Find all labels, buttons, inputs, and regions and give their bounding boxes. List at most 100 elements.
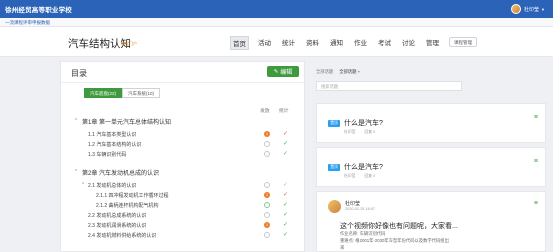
topic-meta: 杜印莹 回复 0: [344, 174, 383, 179]
filter-label: 全部话题: [316, 69, 334, 74]
item-label: 2.1.2 曲柄连杆机构配气机构: [96, 203, 159, 209]
topic-filter[interactable]: 全部话题 全部话题: [316, 69, 360, 75]
publish-badge[interactable]: 1: [264, 192, 270, 198]
check-icon: ✓: [283, 150, 289, 157]
publish-badge[interactable]: 1: [264, 131, 270, 137]
check-icon: ✓: [283, 140, 289, 147]
pencil-icon: ✎: [273, 68, 279, 75]
chevron-up-icon[interactable]: ⌃: [81, 182, 85, 188]
item-label: 1.2 汽车基本结构的认识: [88, 142, 142, 148]
publish-badge[interactable]: 1: [264, 222, 270, 228]
catalog-title: 目录: [71, 69, 87, 78]
catalog-item[interactable]: 1.3 车辆识别代码 ✓: [61, 150, 306, 159]
catalog-item[interactable]: 2.2 发动机总成系统的认识 ✓: [61, 211, 306, 220]
edit-label: 编辑: [280, 70, 293, 76]
avatar: [511, 4, 522, 14]
pinned-badge: 置顶: [328, 120, 340, 127]
course-header: 汽车结构认知 课程门户 首页 活动 统计 资料 通知 作业 考试 讨论 管理 课…: [0, 27, 553, 57]
catalog-item[interactable]: 2.1.2 曲柄连杆机构配气机构 ✓: [61, 201, 306, 210]
item-label: 2.3 发动机润滑系统的认识: [88, 223, 147, 229]
nav-discussion[interactable]: 讨论: [400, 36, 417, 50]
menu-icon[interactable]: ≡: [534, 158, 538, 165]
chevron-up-icon[interactable]: ⌃: [74, 118, 78, 124]
filter-select[interactable]: 全部话题: [339, 69, 360, 75]
publish-indicator[interactable]: [264, 151, 270, 157]
discussion-post[interactable]: 杜印莹 2020-02-25 16:57 ≡ 这个视频你好像也有问题呢，大家看.…: [316, 191, 546, 252]
catalog-item[interactable]: 2.1.1 四冲程发动机工作循环过程 1 ✓: [61, 191, 306, 200]
nav-homework[interactable]: 作业: [352, 36, 369, 50]
course-nav: 首页 活动 统计 资料 通知 作业 考试 讨论 管理: [230, 36, 448, 50]
breadcrumb-bar: 一流课程评审申报数据: [0, 18, 553, 27]
item-label: 2.1.1 四冲程发动机工作循环过程: [96, 193, 169, 199]
check-icon: ✓: [283, 181, 289, 188]
nav-notices[interactable]: 通知: [328, 36, 345, 50]
catalog-item[interactable]: 1.1 汽车基本类型认识 1 ✓: [61, 130, 306, 139]
post-line: 来: [340, 245, 345, 250]
column-publish: 发放: [260, 109, 270, 114]
topic-question[interactable]: 什么是汽车?: [344, 118, 383, 128]
item-label: 2.1 发动机总体的认识: [88, 183, 137, 189]
topic-replies: 回复 0: [364, 174, 376, 178]
topic-search-input[interactable]: 搜索话题: [316, 81, 462, 91]
topic-question[interactable]: 什么是汽车?: [344, 162, 383, 172]
item-label: 1.1 汽车基本类型认识: [88, 132, 137, 138]
item-label: 1.3 车辆识别代码: [88, 152, 127, 158]
publish-indicator[interactable]: [264, 232, 270, 238]
user-name: 杜印莹: [524, 6, 540, 13]
chapter-label: 第2章 汽车发动机总成的认识: [82, 171, 160, 177]
nav-activities[interactable]: 活动: [256, 36, 273, 50]
topic-replies: 回复 0: [364, 130, 376, 134]
edit-button[interactable]: ✎ 编辑: [267, 66, 299, 77]
catalog-item[interactable]: 2.3 发动机润滑系统的认识 1 ✓: [61, 221, 306, 230]
topic-author: 杜印莹: [344, 130, 356, 134]
post-line: 作业名称: 车辆识别代码: [340, 231, 386, 236]
item-label: 2.4 发动机燃料供给系统的认识: [88, 233, 157, 239]
topic-meta: 杜印莹 回复 0: [344, 130, 383, 135]
nav-materials[interactable]: 资料: [304, 36, 321, 50]
topic-card[interactable]: 置顶 什么是汽车? 杜印莹 回复 0 ≡: [316, 147, 546, 187]
catalog-item[interactable]: ⌃ 2.1 发动机总体的认识 ✓: [61, 181, 306, 190]
divider: [61, 82, 304, 83]
menu-icon[interactable]: ≡: [534, 114, 538, 121]
chevron-down-icon: ▼: [541, 6, 545, 12]
nav-home[interactable]: 首页: [230, 36, 249, 50]
tab-chassis[interactable]: 汽车底盘(22): [84, 88, 123, 98]
nav-manage[interactable]: 管理: [424, 36, 441, 50]
publish-indicator[interactable]: [264, 182, 270, 188]
check-icon: ✓: [283, 130, 289, 137]
post-author: 杜印莹: [345, 201, 361, 207]
breadcrumb-link[interactable]: 一流课程评审申报数据: [5, 20, 50, 26]
post-headline[interactable]: 这个视频你好像也有问题呢，大家看...: [340, 221, 458, 231]
item-label: 2.2 发动机总成系统的认识: [88, 213, 147, 219]
catalog-item[interactable]: 1.2 汽车基本结构的认识 ✓: [61, 140, 306, 149]
top-bar: 徐州经贸高等职业学校 杜印莹 ▼: [0, 0, 553, 18]
check-icon: ✓: [283, 211, 289, 218]
catalog-chapter[interactable]: ⌃ 第2章 汽车发动机总成的认识: [61, 168, 306, 177]
catalog-panel: 目录 ✎ 编辑 汽车底盘(22) 汽车系统(10) 发放 统计 ⌃ 第1章 第一…: [60, 61, 305, 252]
nav-exam[interactable]: 考试: [376, 36, 393, 50]
check-icon: ✓: [283, 231, 289, 238]
course-portal-link[interactable]: 课程门户: [121, 41, 137, 47]
post-date: 2020-02-25 16:57: [345, 207, 375, 211]
pinned-badge: 置顶: [328, 164, 340, 171]
menu-icon[interactable]: ≡: [534, 200, 538, 207]
user-menu[interactable]: 杜印莹 ▼: [511, 3, 545, 15]
nav-statistics[interactable]: 统计: [280, 36, 297, 50]
discussion-panel: 全部话题 全部话题 搜索话题 置顶 什么是汽车? 杜印莹 回复 0 ≡ 置顶 什…: [310, 61, 550, 252]
publish-indicator[interactable]: [264, 202, 270, 208]
check-icon: ✓: [283, 191, 289, 198]
course-manage-button[interactable]: 课程管理: [449, 37, 477, 47]
publish-indicator[interactable]: [264, 212, 270, 218]
chevron-up-icon[interactable]: ⌃: [74, 169, 78, 175]
topic-card[interactable]: 置顶 什么是汽车? 杜印莹 回复 0 ≡: [316, 103, 546, 143]
post-line: 重难点: 根2001年-2030年车型年份代码以及数字代码组出: [340, 238, 449, 243]
publish-indicator[interactable]: [264, 141, 270, 147]
avatar: [328, 200, 341, 213]
tab-system[interactable]: 汽车系统(10): [122, 88, 161, 98]
topic-author: 杜印莹: [344, 174, 356, 178]
column-stats: 统计: [279, 109, 289, 114]
check-icon: ✓: [283, 201, 289, 208]
catalog-chapter[interactable]: ⌃ 第1章 第一单元汽车总体结构认知: [61, 117, 306, 126]
school-name: 徐州经贸高等职业学校: [5, 7, 72, 14]
catalog-item[interactable]: 2.4 发动机燃料供给系统的认识 ✓: [61, 231, 306, 240]
